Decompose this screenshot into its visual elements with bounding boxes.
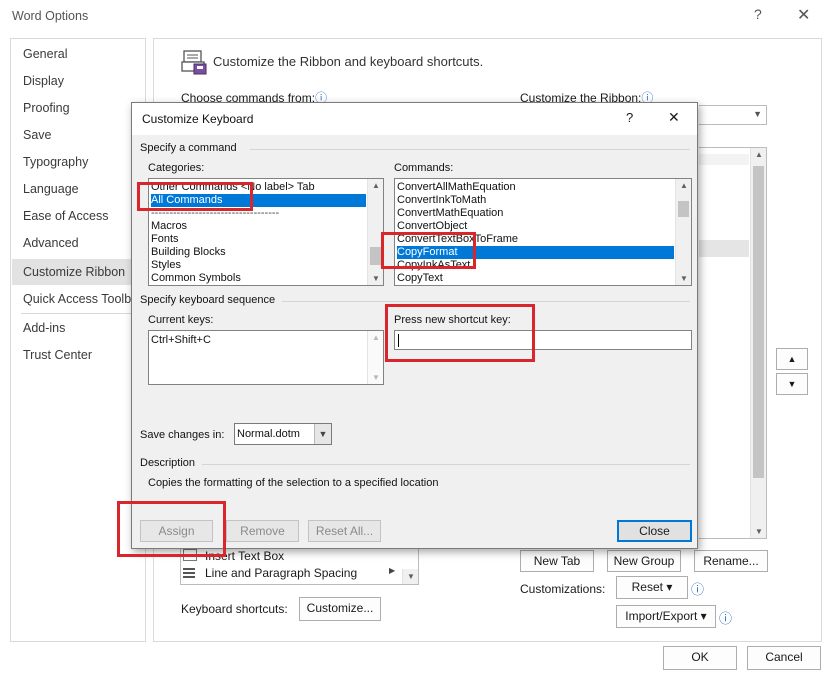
line-spacing-icon: [183, 566, 197, 580]
window-title: Word Options: [12, 9, 89, 23]
divider: [282, 301, 690, 302]
rename-button[interactable]: Rename...: [694, 550, 768, 572]
save-changes-value: Normal.dotm: [237, 428, 300, 440]
divider: [250, 149, 690, 150]
reset-dropdown-button[interactable]: Reset ▾: [616, 576, 688, 599]
triangle-up-icon: ▲: [787, 354, 797, 364]
scroll-up-icon[interactable]: ▲: [676, 181, 691, 190]
dialog-title: Customize Keyboard: [142, 112, 254, 126]
new-group-button[interactable]: New Group: [607, 550, 681, 572]
category-item[interactable]: Styles: [151, 259, 181, 272]
highlight-all-commands: [137, 182, 253, 211]
nav-divider: [21, 313, 135, 314]
close-button[interactable]: Close: [617, 520, 692, 542]
save-changes-label: Save changes in:: [140, 429, 225, 441]
command-item[interactable]: ConvertMathEquation: [397, 207, 503, 220]
highlight-copyformat: [381, 232, 476, 269]
new-tab-button[interactable]: New Tab: [520, 550, 594, 572]
scroll-thumb[interactable]: [753, 166, 764, 478]
category-item[interactable]: Building Blocks: [151, 246, 226, 259]
nav-item-general[interactable]: General: [23, 47, 67, 61]
reset-all-button[interactable]: Reset All...: [308, 520, 381, 542]
nav-item-ease-of-access[interactable]: Ease of Access: [23, 209, 108, 223]
close-icon[interactable]: ✕: [668, 109, 680, 126]
customize-keyboard-button[interactable]: Customize...: [299, 597, 381, 621]
chevron-down-icon[interactable]: ▼: [314, 424, 331, 444]
nav-item-display[interactable]: Display: [23, 74, 64, 88]
scroll-up-icon[interactable]: ▲: [368, 181, 383, 190]
import-export-button[interactable]: Import/Export ▾: [616, 605, 716, 628]
customize-ribbon-dropdown[interactable]: ▼: [699, 105, 767, 125]
save-changes-select[interactable]: Normal.dotm ▼: [234, 423, 332, 445]
chevron-down-icon: ▼: [753, 109, 762, 119]
commands-scrollbar[interactable]: ▲ ▼: [675, 179, 691, 285]
page-heading: Customize the Ribbon and keyboard shortc…: [213, 54, 484, 69]
command-item[interactable]: ConvertAllMathEquation: [397, 181, 516, 194]
scroll-down-icon[interactable]: ▼: [751, 527, 767, 536]
scroll-thumb[interactable]: [370, 247, 381, 265]
submenu-arrow-icon: ▶: [389, 566, 396, 575]
scroll-thumb[interactable]: [678, 201, 689, 217]
tree-scrollbar[interactable]: ▲ ▼: [750, 148, 766, 538]
highlight-new-shortcut: [385, 304, 535, 362]
move-down-button[interactable]: ▼: [776, 373, 808, 395]
nav-item-save[interactable]: Save: [23, 128, 52, 142]
tree-row: [699, 154, 749, 165]
scroll-up-icon[interactable]: ▲: [368, 333, 383, 342]
cancel-button[interactable]: Cancel: [747, 646, 821, 670]
category-item[interactable]: Common Symbols: [151, 272, 241, 285]
current-keys-scrollbar[interactable]: ▲ ▼: [367, 331, 383, 384]
description-heading: Description: [140, 457, 196, 469]
nav-item-trust-center[interactable]: Trust Center: [23, 348, 92, 362]
customizations-label: Customizations:: [520, 582, 606, 596]
list-item[interactable]: Line and Paragraph Spacing: [205, 566, 357, 580]
category-item[interactable]: Fonts: [151, 233, 179, 246]
ok-button[interactable]: OK: [663, 646, 737, 670]
dialog-titlebar[interactable]: Customize Keyboard ? ✕: [132, 103, 697, 135]
current-key-item[interactable]: Ctrl+Shift+C: [151, 334, 211, 347]
scroll-down-icon[interactable]: ▼: [403, 572, 419, 581]
command-item[interactable]: ConvertInkToMath: [397, 194, 486, 207]
highlight-assign: [117, 501, 226, 557]
command-item[interactable]: CopyText: [397, 272, 443, 285]
remove-button[interactable]: Remove: [226, 520, 299, 542]
specify-sequence-heading: Specify keyboard sequence: [140, 294, 276, 306]
keyboard-shortcuts-label: Keyboard shortcuts:: [181, 602, 288, 616]
info-icon[interactable]: ⓘ: [719, 608, 732, 627]
nav-item-add-ins[interactable]: Add-ins: [23, 321, 65, 335]
nav-item-proofing[interactable]: Proofing: [23, 101, 70, 115]
specify-command-heading: Specify a command: [140, 142, 237, 154]
current-keys-label: Current keys:: [148, 314, 214, 326]
category-item[interactable]: Macros: [151, 220, 187, 233]
nav-item-language[interactable]: Language: [23, 182, 79, 196]
divider: [202, 464, 690, 465]
current-keys-list[interactable]: Ctrl+Shift+C ▲ ▼: [148, 330, 384, 385]
ribbon-customize-icon: [181, 50, 207, 75]
help-icon[interactable]: ?: [754, 6, 762, 22]
list-scrollbar[interactable]: ▼: [402, 569, 418, 584]
help-icon[interactable]: ?: [626, 110, 633, 125]
scroll-down-icon[interactable]: ▼: [676, 274, 691, 283]
commands-label: Commands:: [394, 162, 454, 174]
nav-item-quick-access-toolbar[interactable]: Quick Access Toolba: [23, 292, 145, 306]
triangle-down-icon: ▼: [787, 379, 797, 389]
nav-item-typography[interactable]: Typography: [23, 155, 88, 169]
close-icon[interactable]: ✕: [797, 5, 810, 25]
categories-label: Categories:: [148, 162, 205, 174]
ribbon-tabs-tree[interactable]: ▲ ▼: [699, 147, 767, 539]
nav-item-advanced[interactable]: Advanced: [23, 236, 79, 250]
description-text: Copies the formatting of the selection t…: [148, 477, 439, 489]
scroll-down-icon[interactable]: ▼: [368, 274, 383, 283]
scroll-up-icon[interactable]: ▲: [751, 150, 767, 159]
scroll-down-icon[interactable]: ▼: [368, 373, 383, 382]
info-icon[interactable]: ⓘ: [691, 579, 704, 598]
tree-row-selected: [699, 240, 749, 257]
move-up-button[interactable]: ▲: [776, 348, 808, 370]
nav-item-customize-ribbon[interactable]: Customize Ribbon: [23, 265, 125, 279]
